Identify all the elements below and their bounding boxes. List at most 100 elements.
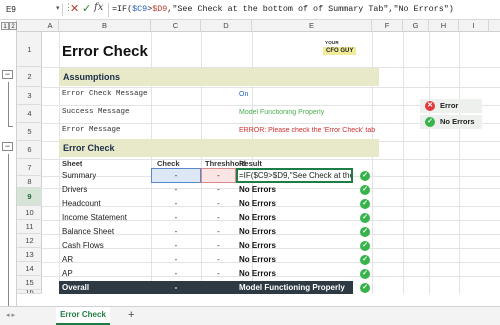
result-value[interactable]: No Errors (239, 213, 276, 222)
sheet-name[interactable]: AP (62, 269, 73, 278)
assumption-value[interactable]: Model Functioning Properly (239, 109, 324, 116)
row-header[interactable]: 2 (17, 67, 42, 87)
enter-icon[interactable]: ✓ (82, 2, 91, 15)
row-header-selected[interactable]: 9 (17, 188, 42, 206)
check-value[interactable]: - (151, 171, 201, 180)
gridline (403, 32, 404, 294)
check-circle-icon: ✓ (360, 213, 370, 223)
result-value[interactable]: No Errors (239, 269, 276, 278)
error-check-header: Error Check (59, 139, 379, 157)
result-value[interactable]: No Errors (239, 199, 276, 208)
sheet-name[interactable]: Balance Sheet (62, 227, 114, 236)
gridline (459, 32, 460, 294)
check-circle-icon: ✓ (360, 241, 370, 251)
page-title: Error Check (62, 43, 148, 60)
check-value[interactable]: - (151, 241, 201, 250)
result-value[interactable]: No Errors (239, 255, 276, 264)
row-header[interactable]: 6 (17, 141, 42, 159)
assumption-label[interactable]: Success Message (62, 108, 130, 116)
row-header[interactable]: 4 (17, 105, 42, 123)
sheet-grid: Error Check YOUR CFO GUY Assumptions Err… (42, 32, 500, 294)
row-header[interactable]: 7 (17, 159, 42, 176)
sheet-name[interactable]: Headcount (62, 199, 101, 208)
column-header-b[interactable]: B (59, 20, 151, 32)
result-formula[interactable]: =IF($C9>$D9,"See Check at the (239, 171, 351, 180)
column-label-check: Check (157, 159, 180, 168)
sheet-name[interactable]: AR (62, 255, 73, 264)
column-header-f[interactable]: F (372, 20, 403, 32)
tab-scroll-icon[interactable]: ◂ ▸ (6, 311, 15, 319)
cancel-icon[interactable]: ✕ (70, 2, 79, 15)
column-header-a[interactable]: A (42, 20, 59, 32)
collapse-group-button[interactable]: − (2, 70, 13, 79)
row-header[interactable]: 15 (17, 276, 42, 290)
row-header[interactable]: 5 (17, 123, 42, 141)
check-value[interactable]: - (151, 269, 201, 278)
threshold-value[interactable]: - (201, 213, 236, 222)
column-header-c[interactable]: C (151, 20, 201, 32)
check-value[interactable]: - (151, 213, 201, 222)
assumption-label[interactable]: Error Message (62, 126, 121, 134)
assumption-label[interactable]: Error Check Message (62, 90, 148, 98)
outline-level-2-button[interactable]: 2 (9, 22, 17, 30)
result-value[interactable]: No Errors (239, 227, 276, 236)
threshold-value[interactable]: - (201, 185, 236, 194)
check-value[interactable]: - (151, 199, 201, 208)
x-circle-icon: ✕ (425, 101, 435, 111)
check-value[interactable]: - (151, 185, 201, 194)
row-header[interactable]: 10 (17, 206, 42, 220)
threshold-value[interactable]: - (201, 199, 236, 208)
column-header-d[interactable]: D (201, 20, 252, 32)
formula-input[interactable]: =IF($C9>$D9,"See Check at the bottom of … (112, 4, 454, 14)
group-bracket (8, 82, 9, 126)
result-value[interactable]: No Errors (239, 241, 276, 250)
row-header[interactable]: 11 (17, 220, 42, 234)
assumption-value[interactable]: ERROR: Please check the 'Error Check' ta… (239, 127, 375, 134)
gridline (429, 32, 430, 294)
legend-label: No Errors (440, 117, 475, 126)
formula-ref-threshold: $D9 (152, 4, 168, 14)
row-header[interactable]: 16 (17, 290, 42, 294)
insert-function-icon[interactable]: fx (94, 2, 103, 13)
threshold-value[interactable]: - (201, 269, 236, 278)
legend-item-ok: ✓ No Errors (420, 115, 482, 129)
column-header-g[interactable]: G (403, 20, 429, 32)
column-label-result: Result (239, 159, 262, 168)
formula-ref-check: $C9 (132, 4, 148, 14)
check-value[interactable]: - (151, 255, 201, 264)
group-bracket (8, 154, 9, 306)
column-header-h[interactable]: H (429, 20, 459, 32)
check-circle-icon: ✓ (360, 255, 370, 265)
threshold-value[interactable]: - (201, 255, 236, 264)
column-header-e[interactable]: E (252, 20, 372, 32)
threshold-value[interactable]: - (201, 227, 236, 236)
check-value[interactable]: - (151, 227, 201, 236)
sheet-name[interactable]: Drivers (62, 185, 87, 194)
sheet-name[interactable]: Summary (62, 171, 96, 180)
row-header[interactable]: 14 (17, 262, 42, 276)
sheet-tabs-bar: ◂ ▸ Error Check + (0, 306, 500, 325)
gridline (42, 87, 500, 88)
add-sheet-button[interactable]: + (128, 309, 134, 321)
outline-gutter: 1 2 − − (0, 20, 17, 310)
collapse-group-button[interactable]: − (2, 142, 13, 151)
row-header[interactable]: 13 (17, 248, 42, 262)
sheet-name[interactable]: Income Statement (62, 213, 127, 222)
row-header[interactable]: 1 (17, 32, 42, 67)
legend-label: Error (440, 101, 459, 110)
chevron-down-icon[interactable]: ▾ (56, 4, 60, 12)
outline-level-1-button[interactable]: 1 (1, 22, 9, 30)
name-box[interactable]: E9 (3, 3, 53, 17)
threshold-value[interactable]: - (201, 171, 236, 180)
sheet-name[interactable]: Cash Flows (62, 241, 104, 250)
assumption-value[interactable]: On (239, 91, 248, 98)
check-circle-icon: ✓ (360, 269, 370, 279)
tab-error-check[interactable]: Error Check (56, 307, 110, 325)
result-value[interactable]: No Errors (239, 185, 276, 194)
row-header[interactable]: 8 (17, 176, 42, 188)
row-header[interactable]: 12 (17, 234, 42, 248)
row-header[interactable]: 3 (17, 87, 42, 105)
column-header-i[interactable]: I (459, 20, 489, 32)
logo-line2: CFO GUY (323, 47, 357, 55)
threshold-value[interactable]: - (201, 241, 236, 250)
